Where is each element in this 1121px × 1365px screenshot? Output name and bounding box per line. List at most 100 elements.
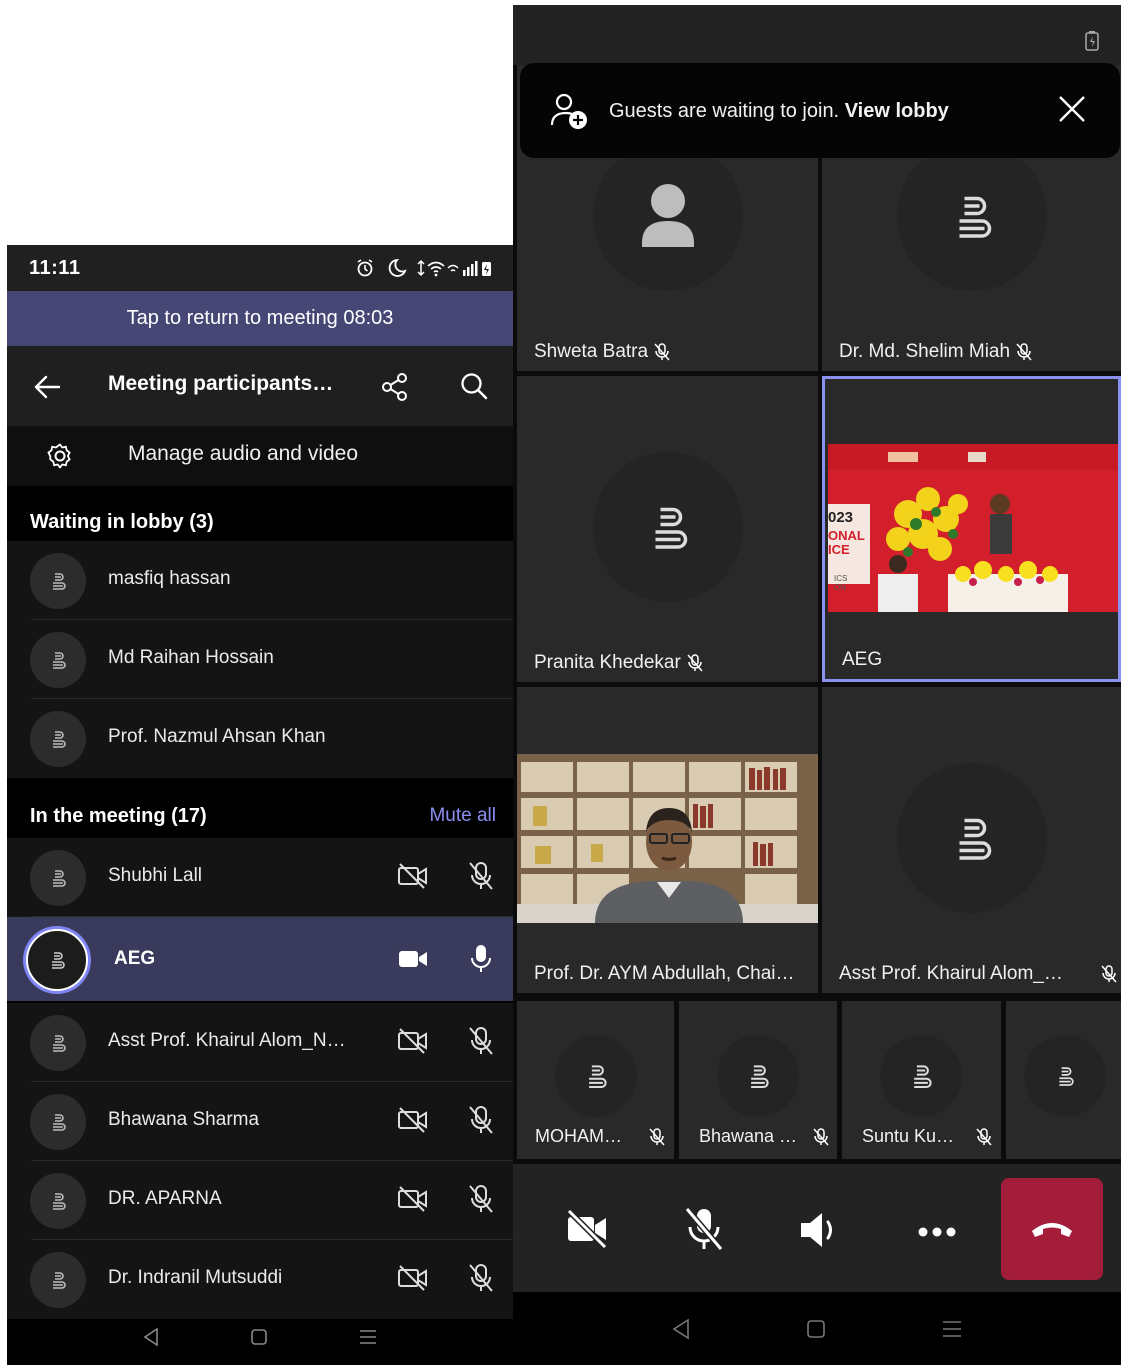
video-off-icon [398, 1107, 427, 1133]
video-tile-active-speaker[interactable]: 023 ONAL ICE ICS ON AEG [822, 376, 1121, 682]
tile-name: Prof. Dr. AYM Abdullah, Chai… [534, 963, 795, 984]
video-tile[interactable]: Asst Prof. Khairul Alom_… [822, 687, 1121, 993]
person-icon [53, 1193, 66, 1210]
video-tile-small[interactable]: MOHAM… [517, 1001, 674, 1159]
mic-off-icon [654, 343, 670, 361]
person-icon [1059, 1067, 1074, 1086]
video-off-icon [398, 863, 427, 889]
android-nav-bar [513, 1292, 1121, 1365]
banner-text-2: ONAL [828, 528, 865, 543]
avatar [593, 452, 743, 602]
avatar [30, 1094, 86, 1150]
person-icon [53, 1272, 66, 1289]
nav-home-icon[interactable] [806, 1319, 826, 1339]
lobby-person-row[interactable]: Md Raihan Hossain [7, 620, 513, 699]
person-icon [589, 1065, 607, 1089]
nav-recents-icon[interactable] [941, 1319, 963, 1339]
tile-name: MOHAM… [535, 1126, 665, 1147]
video-off-icon [398, 1028, 427, 1054]
lobby-notification-text: Guests are waiting to join. View lobby [609, 100, 949, 122]
person-icon [53, 1035, 66, 1052]
person-icon [655, 507, 688, 549]
lobby-person-row[interactable]: masfiq hassan [7, 541, 513, 620]
mic-off-button[interactable] [683, 1206, 725, 1252]
meeting-screen: Shweta Batra Dr. Md. Shelim Miah Guests … [513, 5, 1121, 1365]
video-tile-small[interactable] [1006, 1001, 1121, 1159]
banner-text-4: ICS [834, 574, 847, 583]
tile-name: Dr. Md. Shelim Miah [839, 341, 1032, 363]
view-lobby-link[interactable]: View lobby [845, 100, 949, 122]
participant-row[interactable]: DR. APARNA [7, 1161, 513, 1240]
video-tile[interactable]: Pranita Khedekar [517, 376, 818, 682]
participant-row[interactable]: Shubhi Lall [7, 838, 513, 917]
mic-off-icon [469, 1027, 493, 1055]
banner-text-3: ICE [828, 542, 850, 557]
avatar [593, 141, 743, 291]
nav-back-icon[interactable] [142, 1327, 160, 1347]
participant-row[interactable]: Bhawana Sharma [7, 1082, 513, 1161]
tile-name: Asst Prof. Khairul Alom_… [839, 963, 1121, 985]
video-off-icon [398, 1186, 427, 1212]
tile-name: Bhawana … [699, 1126, 829, 1147]
participant-row[interactable]: Dr. Indranil Mutsuddi [7, 1240, 513, 1319]
hang-up-button[interactable] [1001, 1178, 1103, 1280]
participant-name: AEG [114, 948, 156, 969]
person-icon [959, 196, 992, 238]
mic-on-icon [471, 945, 491, 972]
banner-text-1: 023 [828, 509, 853, 526]
video-tile-small[interactable]: Bhawana … [679, 1001, 837, 1159]
mic-off-icon [469, 862, 493, 890]
person-icon [914, 1065, 932, 1089]
person-icon [53, 652, 66, 669]
more-options-button[interactable] [917, 1226, 957, 1238]
avatar [897, 141, 1047, 291]
return-banner-text: Tap to return to meeting 08:03 [126, 307, 394, 329]
avatar [717, 1035, 799, 1117]
participants-screen: 11:11 Tap to return to meeting 08:03 Mee… [7, 245, 513, 1365]
manage-audio-video-label: Manage audio and video [128, 442, 359, 465]
lobby-person-row[interactable]: Prof. Nazmul Ahsan Khan [7, 699, 513, 778]
close-icon[interactable] [1058, 95, 1086, 123]
phone-hangup-icon [1032, 1223, 1072, 1237]
return-to-meeting-banner[interactable]: Tap to return to meeting 08:03 [7, 291, 513, 346]
participant-row[interactable]: Asst Prof. Khairul Alom_N… [7, 1003, 513, 1082]
call-controls [513, 1164, 1121, 1292]
avatar [555, 1035, 637, 1117]
mic-off-icon [469, 1185, 493, 1213]
video-tile-small[interactable]: Suntu Ku… [842, 1001, 1001, 1159]
nav-back-icon[interactable] [671, 1318, 691, 1340]
mic-off-icon [469, 1106, 493, 1134]
person-silhouette-icon [642, 184, 694, 247]
tile-name: Suntu Ku… [862, 1126, 992, 1147]
video-tile[interactable]: Prof. Dr. AYM Abdullah, Chai… [517, 687, 818, 993]
speaker-button[interactable] [799, 1210, 843, 1250]
camera-off-button[interactable] [565, 1208, 609, 1250]
mute-all-button[interactable]: Mute all [429, 805, 496, 827]
battery-icon [1085, 31, 1099, 51]
back-arrow-icon[interactable] [33, 374, 61, 400]
avatar [880, 1035, 962, 1117]
avatar [30, 1252, 86, 1308]
nav-home-icon[interactable] [250, 1328, 268, 1346]
add-person-icon [550, 93, 587, 129]
lobby-notification[interactable]: Guests are waiting to join. View lobby [520, 63, 1120, 158]
share-icon[interactable] [381, 372, 409, 402]
manage-audio-video-row[interactable]: Manage audio and video [7, 426, 513, 486]
participant-row-active[interactable]: AEG [7, 917, 513, 1001]
participant-name: Shubhi Lall [108, 865, 203, 886]
avatar [30, 711, 86, 767]
participant-name: masfiq hassan [108, 568, 231, 589]
lobby-heading: Waiting in lobby (3) [30, 511, 214, 533]
avatar [30, 1015, 86, 1071]
mic-off-icon [1101, 965, 1117, 983]
avatar [30, 553, 86, 609]
status-time: 11:11 [29, 256, 81, 279]
android-nav-bar [7, 1309, 513, 1365]
person-icon [959, 818, 992, 860]
nav-recents-icon[interactable] [358, 1328, 378, 1346]
participant-name: DR. APARNA [108, 1188, 222, 1209]
participant-name: Dr. Indranil Mutsuddi [108, 1267, 283, 1288]
page-title: Meeting participants… [108, 372, 334, 395]
search-icon[interactable] [460, 372, 488, 400]
tile-name: Pranita Khedekar [534, 652, 703, 674]
